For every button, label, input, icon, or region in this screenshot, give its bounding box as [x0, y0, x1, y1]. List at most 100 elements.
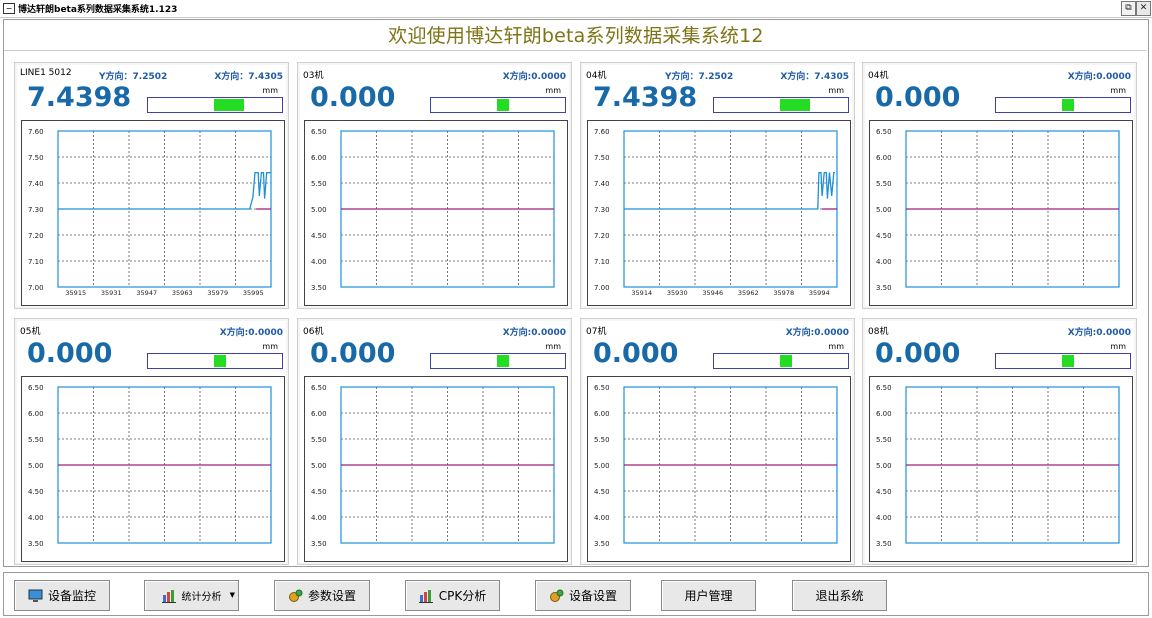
y-tick-label: 4.50: [311, 488, 327, 496]
trend-chart: 7.60 7.50 7.40 7.30 7.20 7.10 7.00 35914 35930 35…: [587, 120, 851, 306]
user-management-button[interactable]: 用户管理: [661, 580, 756, 611]
trend-chart: 6.50 6.00 5.50 5.00 4.50 4.00 3.50: [304, 376, 568, 562]
exit-system-button[interactable]: 退出系统: [792, 580, 887, 611]
y-tick-label: 4.00: [594, 514, 610, 522]
x-direction-readout: X方向:0.0000: [1067, 328, 1131, 338]
unit-label: mm: [545, 342, 561, 351]
y-tick-label: 5.50: [28, 436, 44, 444]
trend-chart: 7.60 7.50 7.40 7.30 7.20 7.10 7.00 35915 35931 35…: [21, 120, 285, 306]
measurement-value: 0.000: [593, 338, 679, 369]
unit-label: mm: [828, 342, 844, 351]
level-bar-fill: [780, 99, 811, 111]
level-bar: [713, 97, 849, 113]
y-tick-label: 5.00: [311, 206, 327, 214]
x-direction-readout: X方向：7.4305: [780, 72, 849, 82]
dropdown-arrow-icon[interactable]: ▼: [230, 591, 235, 599]
machine-name: 04机: [586, 71, 607, 81]
machine-panel: 04机 Y方向：7.2502 X方向：7.4305 7.4398 mm 7.60 7.50 7…: [580, 62, 855, 309]
x-direction-readout: X方向:0.0000: [785, 328, 849, 338]
y-tick-label: 5.50: [876, 180, 892, 188]
y-tick-label: 4.50: [594, 488, 610, 496]
button-label: 用户管理: [684, 589, 733, 603]
trend-chart-svg: 6.50 6.00 5.50 5.00 4.50 4.00 3.50: [311, 128, 555, 292]
y-tick-label: 6.00: [594, 410, 610, 418]
unit-label: mm: [262, 342, 278, 351]
cpk-analysis-button[interactable]: CPK分析: [405, 580, 500, 611]
y-tick-label: 6.00: [311, 410, 327, 418]
trend-chart: 6.50 6.00 5.50 5.00 4.50 4.00 3.50: [869, 120, 1133, 306]
parameter-settings-button[interactable]: 参数设置: [274, 580, 370, 611]
x-tick-label: 35978: [773, 289, 794, 297]
unit-label: mm: [545, 86, 561, 95]
restore-button[interactable]: ⧉: [1121, 1, 1136, 16]
y-tick-label: 7.20: [594, 232, 610, 240]
measurement-value: 7.4398: [27, 82, 132, 113]
statistics-button[interactable]: 统计分析 ▼: [144, 580, 239, 611]
machine-name: 07机: [586, 327, 607, 337]
y-tick-label: 4.50: [876, 488, 892, 496]
trend-chart-svg: 6.50 6.00 5.50 5.00 4.50 4.00 3.50: [876, 128, 1120, 292]
y-tick-label: 5.00: [28, 462, 44, 470]
trend-chart: 6.50 6.00 5.50 5.00 4.50 4.00 3.50: [21, 376, 285, 562]
trend-chart-svg: 7.60 7.50 7.40 7.30 7.20 7.10 7.00 35914 35930 35…: [594, 128, 838, 297]
close-button[interactable]: ✕: [1136, 1, 1151, 16]
level-bar-fill: [1062, 355, 1074, 367]
y-tick-label: 3.50: [876, 284, 892, 292]
measurement-value: 0.000: [310, 82, 396, 113]
measurement-value: 0.000: [27, 338, 113, 369]
y-tick-label: 6.00: [311, 154, 327, 162]
level-bar-fill: [497, 99, 509, 111]
y-tick-label: 7.00: [28, 284, 44, 292]
y-tick-label: 4.00: [876, 514, 892, 522]
level-bar-fill: [214, 99, 245, 111]
machine-panel: 04机 X方向:0.0000 0.000 mm 6.50 6.00 5.50 5.00 4.50…: [862, 62, 1137, 309]
trend-chart-svg: 6.50 6.00 5.50 5.00 4.50 4.00 3.50: [311, 384, 555, 548]
machine-name: 04机: [868, 71, 889, 81]
level-bar: [147, 353, 283, 369]
trend-chart: 6.50 6.00 5.50 5.00 4.50 4.00 3.50: [869, 376, 1133, 562]
y-tick-label: 7.40: [28, 180, 44, 188]
y-tick-label: 4.00: [311, 514, 327, 522]
button-label: CPK分析: [438, 589, 487, 603]
level-bar: [430, 97, 566, 113]
machine-name: 05机: [20, 327, 41, 337]
x-tick-label: 35930: [667, 289, 688, 297]
device-settings-button[interactable]: 设备设置: [535, 580, 631, 611]
y-tick-label: 6.50: [594, 384, 610, 392]
y-tick-label: 6.50: [876, 384, 892, 392]
trend-chart-svg: 7.60 7.50 7.40 7.30 7.20 7.10 7.00 35915 35931 35…: [28, 128, 272, 297]
y-tick-label: 5.50: [594, 436, 610, 444]
y-tick-label: 6.50: [876, 128, 892, 136]
trend-chart: 6.50 6.00 5.50 5.00 4.50 4.00 3.50: [304, 120, 568, 306]
device-monitor-button[interactable]: 设备监控: [14, 580, 110, 611]
measurement-value: 0.000: [875, 82, 961, 113]
x-tick-label: 35915: [65, 289, 86, 297]
button-label: 参数设置: [307, 589, 356, 603]
y-direction-readout: Y方向：7.2502: [99, 72, 168, 82]
unit-label: mm: [262, 86, 278, 95]
x-tick-label: 35995: [243, 289, 264, 297]
y-tick-label: 3.50: [594, 540, 610, 548]
x-tick-label: 35963: [172, 289, 193, 297]
y-tick-label: 7.60: [28, 128, 44, 136]
y-tick-label: 7.10: [28, 258, 44, 266]
y-tick-label: 6.50: [311, 128, 327, 136]
x-direction-readout: X方向:0.0000: [502, 72, 566, 82]
level-bar-fill: [780, 355, 792, 367]
y-tick-label: 5.50: [311, 436, 327, 444]
machine-name: 06机: [303, 327, 324, 337]
y-tick-label: 4.50: [28, 488, 44, 496]
level-bar: [713, 353, 849, 369]
level-bar: [147, 97, 283, 113]
level-bar-fill: [497, 355, 509, 367]
x-direction-readout: X方向:0.0000: [219, 328, 283, 338]
app-icon[interactable]: −: [3, 3, 15, 14]
y-tick-label: 6.50: [28, 384, 44, 392]
bar-chart-icon: [418, 589, 434, 603]
gears-icon: [288, 589, 303, 603]
y-tick-label: 7.50: [28, 154, 44, 162]
x-tick-label: 35914: [631, 289, 652, 297]
level-bar-fill: [1062, 99, 1074, 111]
y-tick-label: 3.50: [876, 540, 892, 548]
level-bar: [995, 97, 1131, 113]
